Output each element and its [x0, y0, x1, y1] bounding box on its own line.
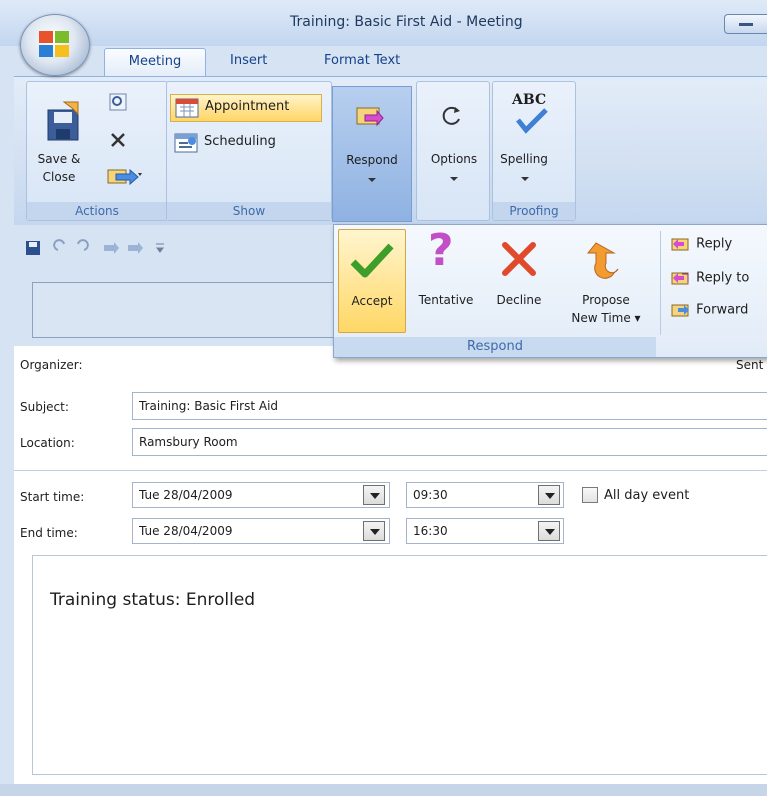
decline-button[interactable]: Decline	[486, 229, 552, 331]
respond-group-label: Respond	[334, 337, 656, 357]
previous-icon	[104, 242, 119, 254]
save-close-button[interactable]: Save & Close	[36, 96, 100, 206]
scheduling-label: Scheduling	[204, 134, 276, 149]
minimize-button[interactable]	[724, 14, 767, 34]
redo-icon	[77, 239, 89, 251]
all-day-label: All day event	[604, 488, 690, 503]
tab-meeting[interactable]: Meeting	[104, 48, 206, 77]
office-orb-icon	[39, 31, 69, 57]
start-date-dropdown[interactable]	[363, 485, 385, 505]
chevron-down-icon	[368, 178, 376, 182]
save-close-label-1: Save &	[37, 152, 81, 166]
start-date-field[interactable]: Tue 28/04/2009	[132, 482, 390, 508]
forward-label: Forward	[696, 302, 749, 318]
decline-x-icon	[502, 242, 536, 276]
respond-dropdown: Accept ? Tentative Decline Propose New T…	[333, 224, 767, 358]
accept-check-icon	[350, 243, 394, 278]
form-separator	[14, 470, 767, 471]
end-date-dropdown[interactable]	[363, 521, 385, 541]
appointment-button[interactable]: Appointment	[170, 94, 322, 122]
subject-label: Subject:	[20, 400, 69, 414]
end-date-field[interactable]: Tue 28/04/2009	[132, 518, 390, 544]
save-icon	[47, 101, 79, 141]
reply-button[interactable]: Reply	[670, 235, 732, 253]
message-body[interactable]	[32, 555, 767, 775]
appointment-label: Appointment	[205, 99, 290, 114]
propose-new-time-button[interactable]: Propose New Time ▾	[556, 229, 656, 331]
quick-access-toolbar	[24, 238, 224, 258]
tab-insert[interactable]: Insert	[230, 48, 267, 76]
spelling-button[interactable]: ABC Spelling	[494, 86, 574, 202]
forward-icon[interactable]	[106, 164, 144, 186]
decline-label: Decline	[496, 293, 542, 307]
start-time-dropdown[interactable]	[538, 485, 560, 505]
reply-to-all-button[interactable]: Reply to	[670, 269, 749, 287]
propose-label-2: New Time ▾	[571, 311, 641, 325]
tentative-label: Tentative	[418, 293, 474, 307]
show-group-label: Show	[167, 202, 331, 220]
close-x-icon[interactable]	[108, 130, 128, 150]
accept-button[interactable]: Accept	[338, 229, 406, 333]
location-label: Location:	[20, 436, 75, 450]
office-button[interactable]	[20, 14, 90, 76]
proofing-group-label: Proofing	[493, 202, 575, 220]
options-icon	[442, 106, 460, 125]
reply-label: Reply	[696, 236, 733, 252]
spelling-abc-text: ABC	[512, 92, 547, 108]
window-bottom-edge	[0, 784, 767, 796]
options-label: Options	[430, 152, 478, 166]
location-field[interactable]: Ramsbury Room	[132, 428, 767, 456]
scheduling-icon	[174, 133, 198, 153]
all-day-checkbox[interactable]	[582, 487, 598, 503]
end-time-label: End time:	[20, 526, 78, 540]
accept-label: Accept	[351, 294, 393, 308]
respond-icon	[356, 107, 384, 127]
subject-field[interactable]: Training: Basic First Aid	[132, 392, 767, 420]
window-title: Training: Basic First Aid - Meeting	[290, 14, 523, 30]
tab-format-text[interactable]: Format Text	[324, 48, 400, 76]
tentative-button[interactable]: ? Tentative	[408, 225, 484, 331]
save-close-label-2: Close	[42, 170, 76, 184]
sent-label: Sent	[736, 358, 764, 372]
next-icon	[128, 242, 143, 254]
propose-arrow-icon	[586, 242, 619, 279]
menu-divider	[660, 231, 661, 335]
respond-label: Respond	[346, 153, 398, 167]
options-button[interactable]: Options	[418, 86, 490, 220]
minimize-icon	[739, 23, 753, 26]
end-time-dropdown[interactable]	[538, 521, 560, 541]
organizer-label: Organizer:	[20, 358, 83, 372]
forward-button[interactable]: Forward	[670, 301, 748, 319]
reply-icon	[671, 238, 689, 251]
reply-all-icon	[671, 272, 689, 285]
spelling-icon	[516, 108, 548, 134]
reply-to-label: Reply to	[696, 270, 750, 286]
start-time-label: Start time:	[20, 490, 85, 504]
appointment-icon	[175, 98, 199, 118]
chevron-down-icon	[521, 177, 529, 181]
qat-icons	[26, 239, 164, 255]
forward-arrow-icon	[671, 304, 689, 317]
respond-button[interactable]: Respond	[332, 86, 412, 222]
body-text: Training status: Enrolled	[50, 590, 256, 610]
customize-qat-icon	[156, 243, 164, 253]
find-icon[interactable]	[108, 92, 130, 114]
spelling-label: Spelling	[500, 152, 548, 166]
tentative-question-icon: ?	[428, 225, 454, 276]
scheduling-button[interactable]: Scheduling	[170, 130, 320, 156]
chevron-down-icon	[450, 177, 458, 181]
undo-icon	[53, 239, 65, 251]
propose-label-1: Propose	[582, 293, 630, 307]
